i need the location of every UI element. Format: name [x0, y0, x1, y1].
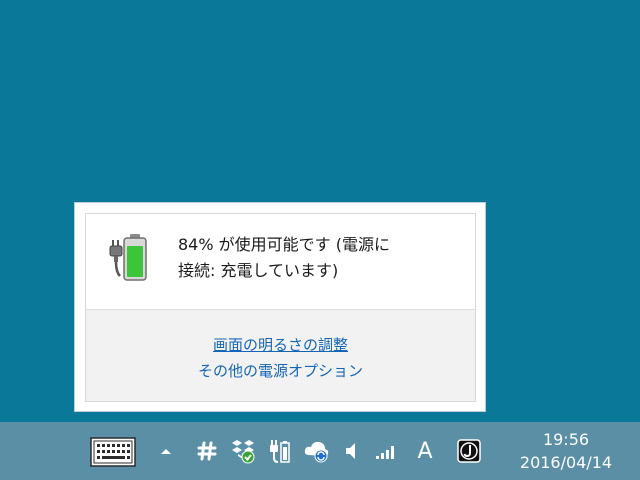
battery-status-line2: 接続: 充電しています): [178, 261, 339, 280]
tray-volume[interactable]: [340, 434, 362, 468]
taskbar: A 19:56 2016/04/14: [0, 422, 640, 480]
clock-date: 2016/04/14: [519, 453, 613, 472]
dropbox-icon: [232, 440, 255, 464]
tray-j-app[interactable]: [455, 434, 483, 468]
chevron-up-icon: [161, 449, 171, 454]
tray-cloud-sync[interactable]: [302, 434, 332, 468]
keyboard-icon: [90, 437, 136, 467]
tray-network[interactable]: [372, 434, 400, 468]
battery-flyout-panel: 84% が使用可能です (電源に 接続: 充電しています) 画面の明るさの調整 …: [85, 213, 476, 402]
cloud-sync-icon: [304, 441, 329, 463]
battery-flyout: 84% が使用可能です (電源に 接続: 充電しています) 画面の明るさの調整 …: [74, 202, 486, 412]
j-app-icon: [457, 439, 481, 463]
touch-keyboard-button[interactable]: [89, 436, 137, 468]
battery-status-area: 84% が使用可能です (電源に 接続: 充電しています): [86, 214, 475, 309]
battery-links-area: 画面の明るさの調整 その他の電源オプション: [86, 309, 475, 401]
signal-icon: [376, 446, 394, 459]
taskbar-clock[interactable]: 19:56 2016/04/14: [504, 428, 628, 476]
ime-icon: A: [417, 438, 433, 464]
hash-icon: [197, 441, 217, 461]
battery-charging-icon: [109, 234, 147, 281]
speaker-icon: [346, 443, 355, 459]
clock-time: 19:56: [542, 430, 590, 449]
battery-status-line1: 84% が使用可能です (電源に: [178, 235, 390, 254]
power-plug-battery-icon: [270, 440, 290, 463]
show-hidden-icons-button[interactable]: [156, 434, 176, 468]
tray-battery[interactable]: [266, 434, 294, 468]
ime-indicator[interactable]: A: [412, 434, 438, 468]
battery-status-text: 84% が使用可能です (電源に 接続: 充電しています): [178, 232, 468, 284]
tray-dropbox[interactable]: [229, 434, 257, 468]
power-options-link[interactable]: その他の電源オプション: [86, 360, 475, 381]
brightness-link[interactable]: 画面の明るさの調整: [86, 334, 475, 355]
tray-hash-app[interactable]: [194, 434, 220, 468]
